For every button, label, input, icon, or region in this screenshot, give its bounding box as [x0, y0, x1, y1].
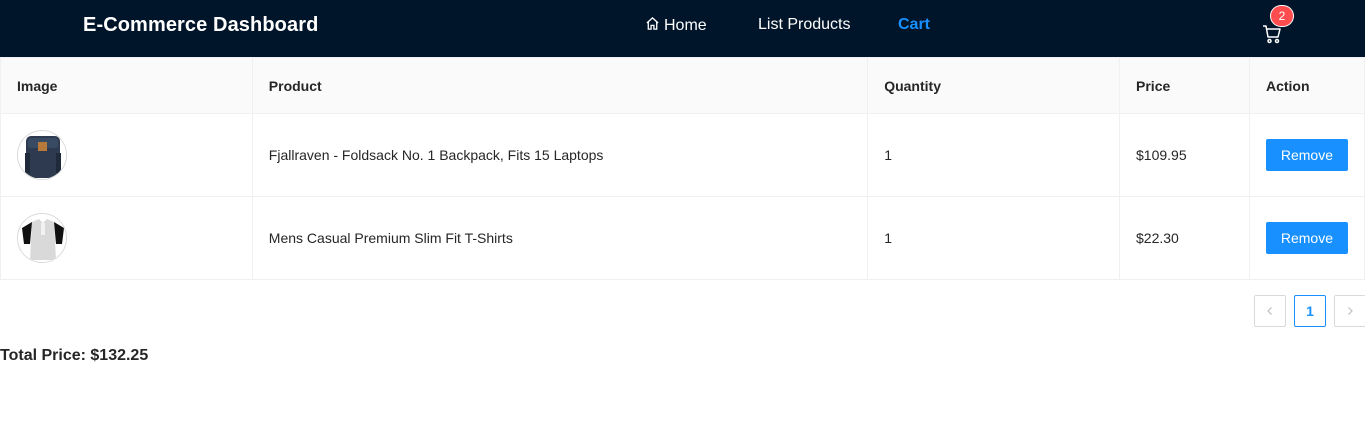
- pagination-next-button[interactable]: [1334, 295, 1365, 327]
- chevron-left-icon: [1265, 303, 1275, 319]
- brand-title: E-Commerce Dashboard: [83, 14, 319, 36]
- image-cell: [0, 113, 253, 197]
- shopping-cart-icon[interactable]: [1262, 24, 1286, 46]
- remove-button[interactable]: Remove: [1265, 139, 1348, 171]
- nav-cart[interactable]: Cart: [898, 16, 930, 34]
- pagination-page-1[interactable]: 1: [1294, 295, 1326, 327]
- chevron-right-icon: [1345, 303, 1355, 319]
- nav-list-products-label: List Products: [758, 16, 851, 33]
- nav-home-label: Home: [664, 17, 707, 34]
- column-header-action: Action: [1248, 57, 1365, 114]
- top-navbar: E-Commerce Dashboard Home List Products …: [0, 0, 1365, 57]
- action-cell: Remove: [1248, 196, 1365, 280]
- action-cell: Remove: [1248, 113, 1365, 197]
- product-quantity: 1: [867, 196, 1121, 280]
- column-header-product: Product: [251, 57, 869, 114]
- cart-table: Image Product Quantity Price Action Fjal…: [0, 57, 1365, 280]
- column-header-quantity: Quantity: [867, 57, 1121, 114]
- remove-button[interactable]: Remove: [1265, 222, 1348, 254]
- nav-cart-label: Cart: [898, 16, 931, 33]
- table-header-row: Image Product Quantity Price Action: [0, 57, 1365, 114]
- product-price: $109.95: [1119, 113, 1250, 197]
- product-name: Mens Casual Premium Slim Fit T-Shirts: [251, 196, 869, 280]
- pagination-prev-button[interactable]: [1254, 295, 1286, 327]
- product-price: $22.30: [1119, 196, 1250, 280]
- total-price: Total Price: $132.25: [0, 347, 149, 364]
- product-thumbnail-tshirt: [17, 213, 67, 263]
- product-quantity: 1: [867, 113, 1121, 197]
- table-row: Mens Casual Premium Slim Fit T-Shirts 1 …: [0, 196, 1365, 280]
- pagination: 1: [1254, 295, 1365, 327]
- column-header-price: Price: [1119, 57, 1250, 114]
- home-icon: [645, 16, 660, 36]
- product-name: Fjallraven - Foldsack No. 1 Backpack, Fi…: [251, 113, 869, 197]
- nav-home[interactable]: Home: [645, 16, 707, 36]
- cart-count-badge: 2: [1271, 6, 1293, 26]
- column-header-image: Image: [0, 57, 253, 114]
- nav-list-products[interactable]: List Products: [758, 16, 850, 34]
- image-cell: [0, 196, 253, 280]
- table-row: Fjallraven - Foldsack No. 1 Backpack, Fi…: [0, 113, 1365, 197]
- product-thumbnail-backpack: [17, 130, 67, 180]
